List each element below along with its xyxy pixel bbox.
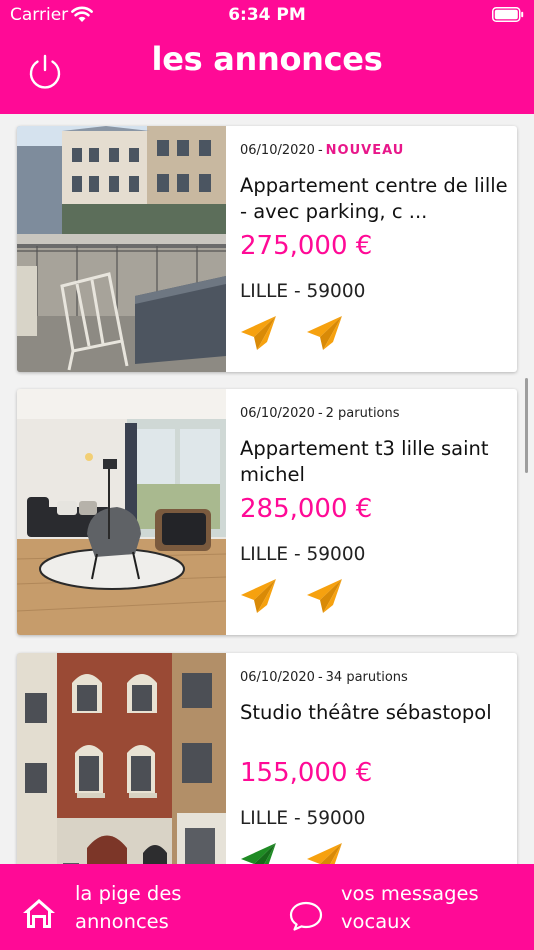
listing-card[interactable]: 06/10/2020- NOUVEAU Appartement centre de… [17, 126, 517, 372]
living-room-photo [17, 389, 226, 635]
listing-status: 2 parutions [325, 406, 400, 421]
nav-label: la pige des annonces [75, 882, 182, 933]
status-bar: Carrier 6:34 PM [0, 0, 534, 30]
send-button[interactable] [240, 577, 278, 615]
listing-info: 06/10/2020-2 parutions Appartement t3 li… [240, 389, 510, 635]
nav-item-messages-vocaux[interactable]: vos messages vocaux [267, 864, 534, 950]
listing-status-badge: NOUVEAU [325, 143, 405, 158]
listing-date: 06/10/2020 [240, 143, 315, 158]
listing-photo-balcony[interactable] [17, 126, 226, 372]
send-icon [307, 316, 342, 350]
listing-card[interactable]: 06/10/2020-34 parutions Studio théâtre s… [17, 653, 517, 864]
brick-facade-photo [17, 653, 226, 864]
listing-price: 155,000 € [240, 758, 373, 788]
nav-label: vos messages vocaux [341, 882, 479, 933]
scrollbar[interactable] [525, 378, 528, 473]
listing-location: LILLE - 59000 [240, 281, 366, 302]
listing-price: 285,000 € [240, 494, 373, 524]
status-time: 6:34 PM [228, 5, 306, 25]
battery-icon [492, 7, 524, 22]
listing-date: 06/10/2020 [240, 406, 315, 421]
listing-date: 06/10/2020 [240, 670, 315, 685]
bottom-nav: la pige des annonces vos messages vocaux [0, 864, 534, 950]
meta-separator: - [317, 670, 323, 685]
listing-status: 34 parutions [325, 670, 408, 685]
listing-title[interactable]: Appartement t3 lille saint michel [240, 436, 508, 488]
listing-info: 06/10/2020- NOUVEAU Appartement centre de… [240, 126, 510, 372]
listing-meta: 06/10/2020- NOUVEAU [240, 143, 404, 158]
listing-location: LILLE - 59000 [240, 544, 366, 565]
nav-item-la-pige[interactable]: la pige des annonces [0, 864, 267, 950]
listing-meta: 06/10/2020-2 parutions [240, 406, 400, 421]
header-bar: Carrier 6:34 PM les annonces [0, 0, 534, 114]
send-icon [241, 843, 276, 864]
send-icon [307, 579, 342, 613]
listing-location: LILLE - 59000 [240, 808, 366, 829]
listing-photo-facade[interactable] [17, 653, 226, 864]
send-icon [241, 316, 276, 350]
listing-price: 275,000 € [240, 231, 373, 261]
listing-photo-living-room[interactable] [17, 389, 226, 635]
send-button[interactable] [306, 841, 344, 864]
home-icon [23, 899, 55, 928]
balcony-photo [17, 126, 226, 372]
page-title: les annonces [151, 40, 383, 78]
listing-meta: 06/10/2020-34 parutions [240, 670, 408, 685]
listing-title[interactable]: Studio théâtre sébastopol [240, 700, 508, 726]
power-icon [29, 54, 61, 89]
send-button[interactable] [306, 577, 344, 615]
send-button-sent[interactable] [240, 841, 278, 864]
meta-separator: - [317, 406, 323, 421]
meta-separator: - [317, 143, 323, 158]
listings-list[interactable]: 06/10/2020- NOUVEAU Appartement centre de… [0, 114, 534, 864]
logout-button[interactable] [26, 52, 64, 90]
send-button[interactable] [240, 314, 278, 352]
listing-card[interactable]: 06/10/2020-2 parutions Appartement t3 li… [17, 389, 517, 635]
app-screen: Carrier 6:34 PM les annonces 06/10/2020 … [0, 0, 534, 950]
chat-bubble-icon [289, 901, 323, 931]
send-icon [307, 843, 342, 864]
listing-info: 06/10/2020-34 parutions Studio théâtre s… [240, 653, 510, 864]
send-button[interactable] [306, 314, 344, 352]
listing-title[interactable]: Appartement centre de lille - avec parki… [240, 173, 508, 225]
send-icon [241, 579, 276, 613]
